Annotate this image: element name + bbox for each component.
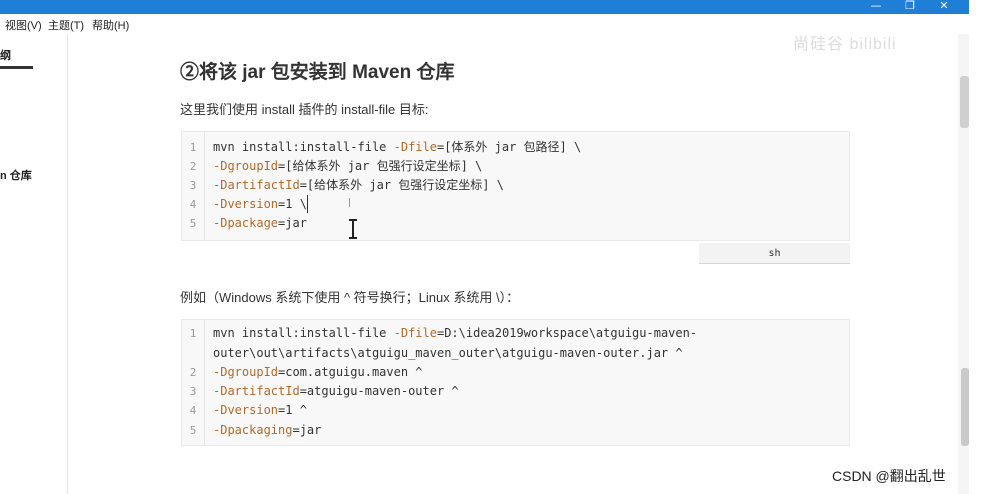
code-text: -DgroupId=[给体系外 jar 包强行设定坐标] \	[213, 159, 483, 173]
outline-item-outline[interactable]: 纲	[0, 47, 11, 63]
code-text: mvn install:install-file -Dfile=[体系外 jar…	[213, 140, 582, 154]
outline-item-maven-repo[interactable]: n 仓库	[0, 167, 32, 183]
code-line: outer\out\artifacts\atguigu_maven_outer\…	[182, 344, 851, 363]
code-text: -DartifactId=atguigu-maven-outer ^	[213, 384, 459, 398]
window-titlebar: — ❐ ✕	[0, 0, 969, 14]
line-number: 4	[189, 404, 197, 417]
text-caret	[307, 195, 308, 213]
menu-help[interactable]: 帮助(H)	[92, 17, 129, 33]
code-line: 5 -Dpackaging=jar	[182, 421, 851, 440]
code-line: 5 -Dpackage=jar	[182, 214, 851, 233]
small-ibeam-icon: ꟾ	[348, 199, 351, 210]
code-text: -DartifactId=[给体系外 jar 包强行设定坐标] \	[213, 178, 504, 192]
csdn-credit: CSDN @翻出乱世	[832, 468, 946, 484]
ibeam-cursor-icon	[349, 219, 357, 239]
line-number: 5	[189, 424, 197, 437]
minimize-icon[interactable]: —	[859, 0, 893, 14]
code-line: 3 -DartifactId=atguigu-maven-outer ^	[182, 382, 851, 401]
scrollbar-thumb[interactable]	[961, 368, 969, 446]
menu-theme[interactable]: 主题(T)	[48, 17, 84, 33]
code-text: mvn install:install-file -Dfile=D:\idea2…	[213, 326, 698, 340]
code-line: 3 -DartifactId=[给体系外 jar 包强行设定坐标] \	[182, 176, 851, 195]
code-line: 2 -DgroupId=com.atguigu.maven ^	[182, 363, 851, 382]
line-number: 3	[189, 179, 197, 192]
code-text: -Dversion=1 \	[213, 197, 307, 211]
line-number: 2	[189, 160, 197, 173]
code-block-template: 1 mvn install:install-file -Dfile=[体系外 j…	[181, 131, 850, 241]
line-number: 5	[189, 217, 197, 230]
code-line: 4 -Dversion=1 ^	[182, 401, 851, 420]
close-icon[interactable]: ✕	[927, 0, 961, 14]
line-number: 3	[189, 385, 197, 398]
minimap-handle[interactable]	[960, 76, 969, 128]
example-paragraph: 例如（Windows 系统下使用 ^ 符号换行；Linux 系统用 \）：	[180, 290, 520, 305]
code-text: outer\out\artifacts\atguigu_maven_outer\…	[213, 346, 683, 360]
code-line: 4 -Dversion=1 \	[182, 195, 851, 214]
outline-active-indicator	[0, 66, 33, 69]
code-line: 1 mvn install:install-file -Dfile=[体系外 j…	[182, 138, 851, 157]
restore-icon[interactable]: ❐	[893, 0, 927, 14]
intro-paragraph: 这里我们使用 install 插件的 install-file 目标:	[180, 102, 429, 117]
code-text: -Dpackaging=jar	[213, 423, 322, 437]
code-language-tab[interactable]: sh	[699, 243, 850, 264]
section-heading: ②将该 jar 包安装到 Maven 仓库	[180, 62, 455, 83]
code-text: -DgroupId=com.atguigu.maven ^	[213, 365, 423, 379]
line-number: 1	[189, 141, 197, 154]
line-number: 1	[189, 327, 197, 340]
line-number: 2	[189, 366, 197, 379]
line-number: 4	[189, 198, 197, 211]
menu-view[interactable]: 视图(V)	[5, 17, 42, 33]
code-line: 1 mvn install:install-file -Dfile=D:\ide…	[182, 324, 851, 343]
outline-sidebar: 纲 n 仓库	[0, 34, 68, 494]
code-block-example: 1 mvn install:install-file -Dfile=D:\ide…	[181, 319, 850, 446]
video-watermark: 尚硅谷 bilibili	[793, 36, 897, 53]
code-text: -Dpackage=jar	[213, 216, 307, 230]
code-text: -Dversion=1 ^	[213, 403, 307, 417]
code-line: 2 -DgroupId=[给体系外 jar 包强行设定坐标] \	[182, 157, 851, 176]
